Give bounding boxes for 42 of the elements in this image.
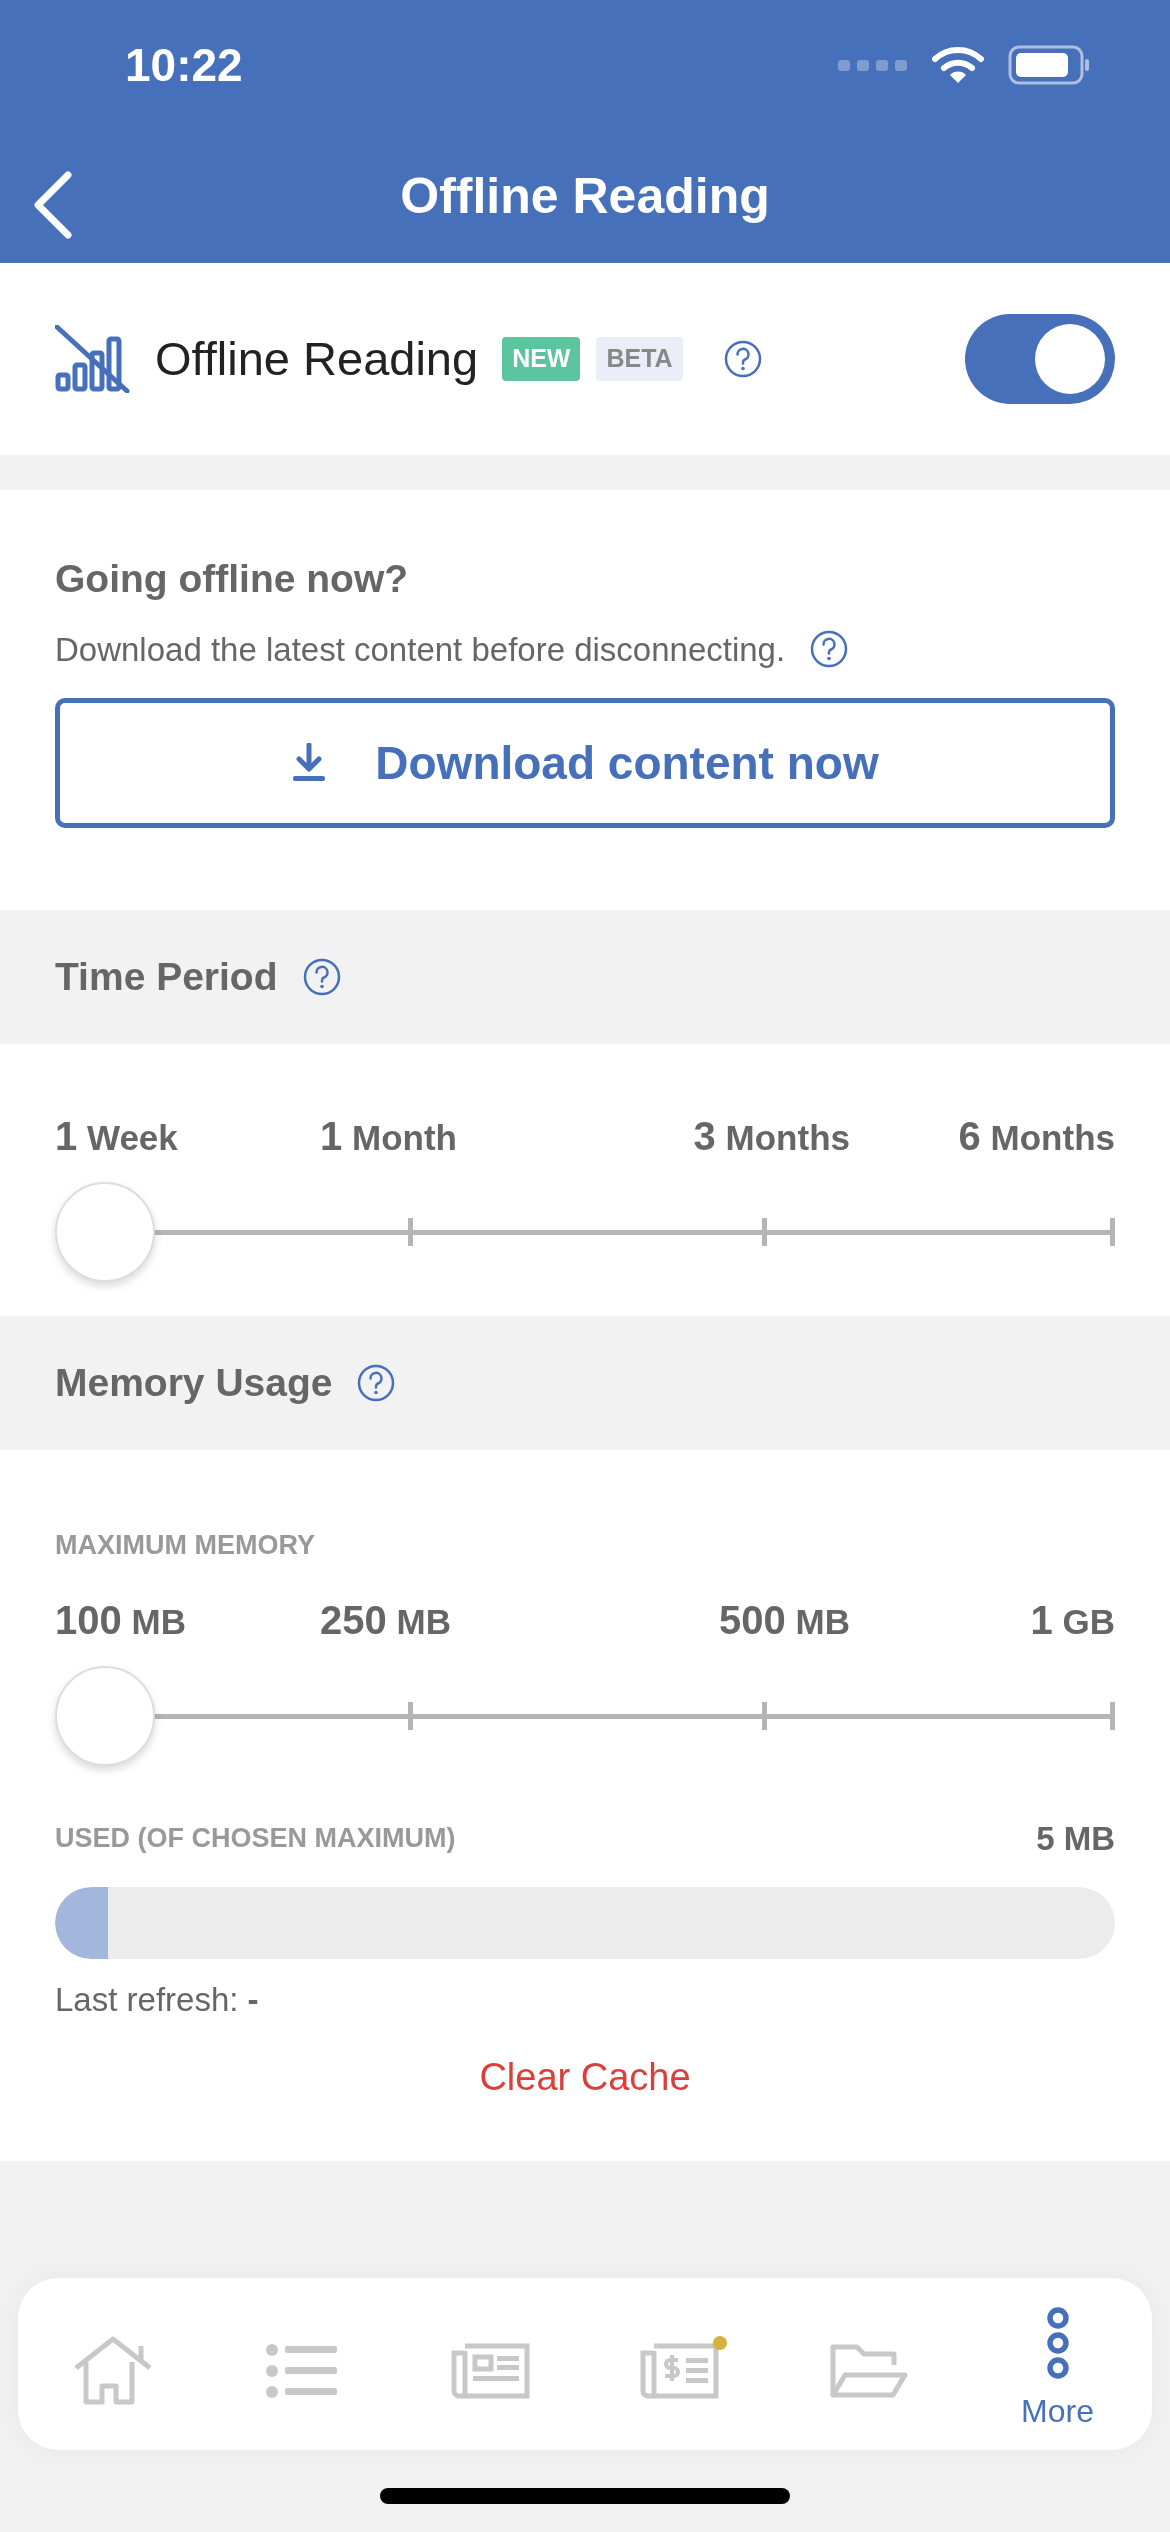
notification-dot	[712, 2335, 727, 2350]
download-icon	[291, 743, 328, 783]
folder-icon	[828, 2342, 909, 2399]
slider-label: 6 Months	[957, 1113, 1115, 1160]
slider-label: 1 Week	[55, 1113, 179, 1160]
slider-label: 1 Month	[320, 1113, 458, 1160]
help-icon[interactable]	[809, 629, 850, 670]
tab-item[interactable]: More	[982, 2292, 1133, 2435]
description-text: Download the latest content before disconnecting.	[55, 629, 786, 670]
no-signal-icon	[55, 325, 131, 393]
more-icon	[1045, 2306, 1070, 2379]
status-time: 10:22	[125, 37, 243, 93]
slider-label: 100 MB	[55, 1596, 187, 1644]
beta-tag: BETA	[596, 337, 683, 381]
wifi-icon	[932, 45, 984, 85]
home-icon	[72, 2335, 153, 2406]
caption-label: MAXIMUM MEMORY	[55, 1529, 316, 1562]
slider-label: 3 Months	[692, 1113, 850, 1160]
slider-label: 1 GB	[1029, 1596, 1115, 1644]
used-value: 5 MB	[1036, 1818, 1115, 1859]
clear-cache-button[interactable]: Clear Cache	[479, 2048, 691, 2106]
download-button[interactable]: Download content now	[55, 698, 1115, 828]
slider-label: 250 MB	[320, 1596, 452, 1644]
finance-news-icon	[639, 2342, 720, 2399]
page-title: Offline Reading	[400, 167, 770, 226]
new-tag: NEW	[502, 337, 581, 381]
slider-thumb[interactable]	[55, 1665, 155, 1766]
list-icon	[264, 2342, 339, 2399]
section-heading: Time Period	[55, 953, 278, 1000]
slider-thumb[interactable]	[55, 1182, 155, 1282]
last-refresh-text: Last refresh: -	[55, 1980, 260, 2020]
setting-label: Offline Reading	[155, 330, 479, 387]
help-icon[interactable]	[301, 957, 342, 997]
slider-label: 500 MB	[718, 1596, 850, 1644]
signal-icon	[838, 58, 908, 72]
newspaper-icon	[450, 2342, 531, 2399]
help-icon[interactable]	[356, 1363, 397, 1403]
caption-label: USED (OF CHOSEN MAXIMUM)	[55, 1822, 456, 1855]
battery-icon	[1008, 45, 1090, 85]
help-icon[interactable]	[722, 339, 763, 379]
section-heading: Going offline now?	[55, 556, 410, 602]
section-heading: Memory Usage	[55, 1359, 333, 1406]
